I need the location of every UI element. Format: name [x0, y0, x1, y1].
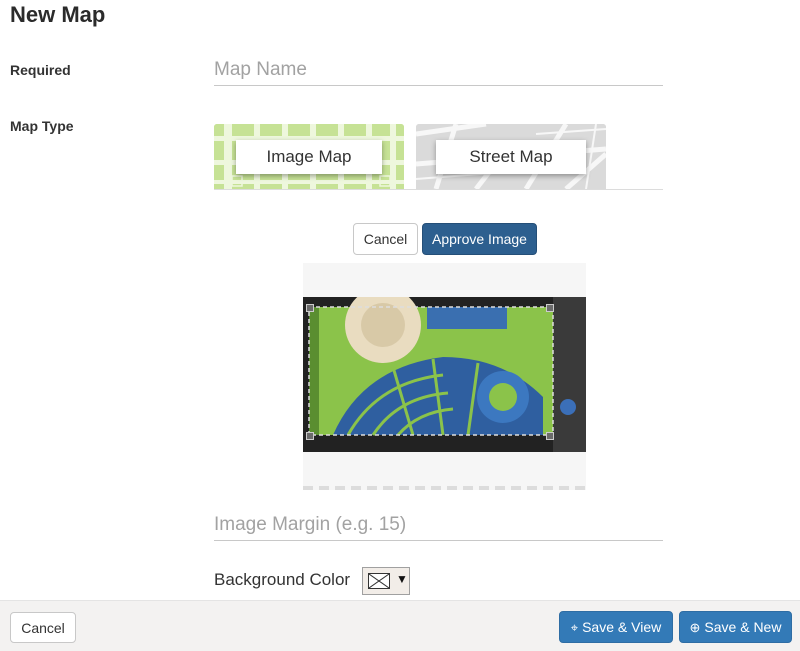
required-label: Required [10, 62, 71, 78]
image-map-option[interactable]: Image Map [214, 124, 404, 189]
crop-handle[interactable] [306, 304, 314, 312]
save-and-new-button[interactable]: ⊕ Save & New [679, 611, 792, 643]
image-map-button[interactable]: Image Map [236, 140, 382, 174]
footer-toolbar: Cancel ⌖ Save & View ⊕ Save & New [0, 600, 800, 651]
street-map-option[interactable]: Street Map [416, 124, 606, 189]
save-and-view-button[interactable]: ⌖ Save & View [559, 611, 673, 643]
crop-handle[interactable] [546, 304, 554, 312]
crop-cancel-button[interactable]: Cancel [353, 223, 418, 255]
save-and-view-label: Save & View [582, 619, 662, 635]
color-swatch [368, 573, 390, 589]
approve-image-button[interactable]: Approve Image [422, 223, 537, 255]
page-title: New Map [10, 2, 106, 27]
map-image-preview [303, 287, 586, 452]
cancel-button[interactable]: Cancel [10, 612, 76, 643]
save-and-new-label: Save & New [704, 619, 782, 635]
map-type-label: Map Type [10, 118, 74, 134]
crop-handle[interactable] [306, 432, 314, 440]
map-type-divider [214, 189, 663, 190]
map-image [303, 287, 586, 452]
background-color-label: Background Color [214, 570, 351, 589]
crop-handle[interactable] [546, 432, 554, 440]
plus-circle-icon: ⊕ [689, 620, 701, 635]
crop-bottom-border [303, 486, 586, 490]
image-crop-area[interactable] [303, 263, 586, 490]
street-map-button[interactable]: Street Map [436, 140, 586, 174]
no-color-icon [368, 573, 390, 589]
caret-down-icon: ▼ [396, 572, 408, 586]
crosshair-icon: ⌖ [570, 620, 579, 635]
background-color-picker[interactable]: ▼ [362, 567, 410, 595]
map-name-input[interactable] [214, 55, 663, 86]
image-margin-input[interactable] [214, 510, 663, 541]
